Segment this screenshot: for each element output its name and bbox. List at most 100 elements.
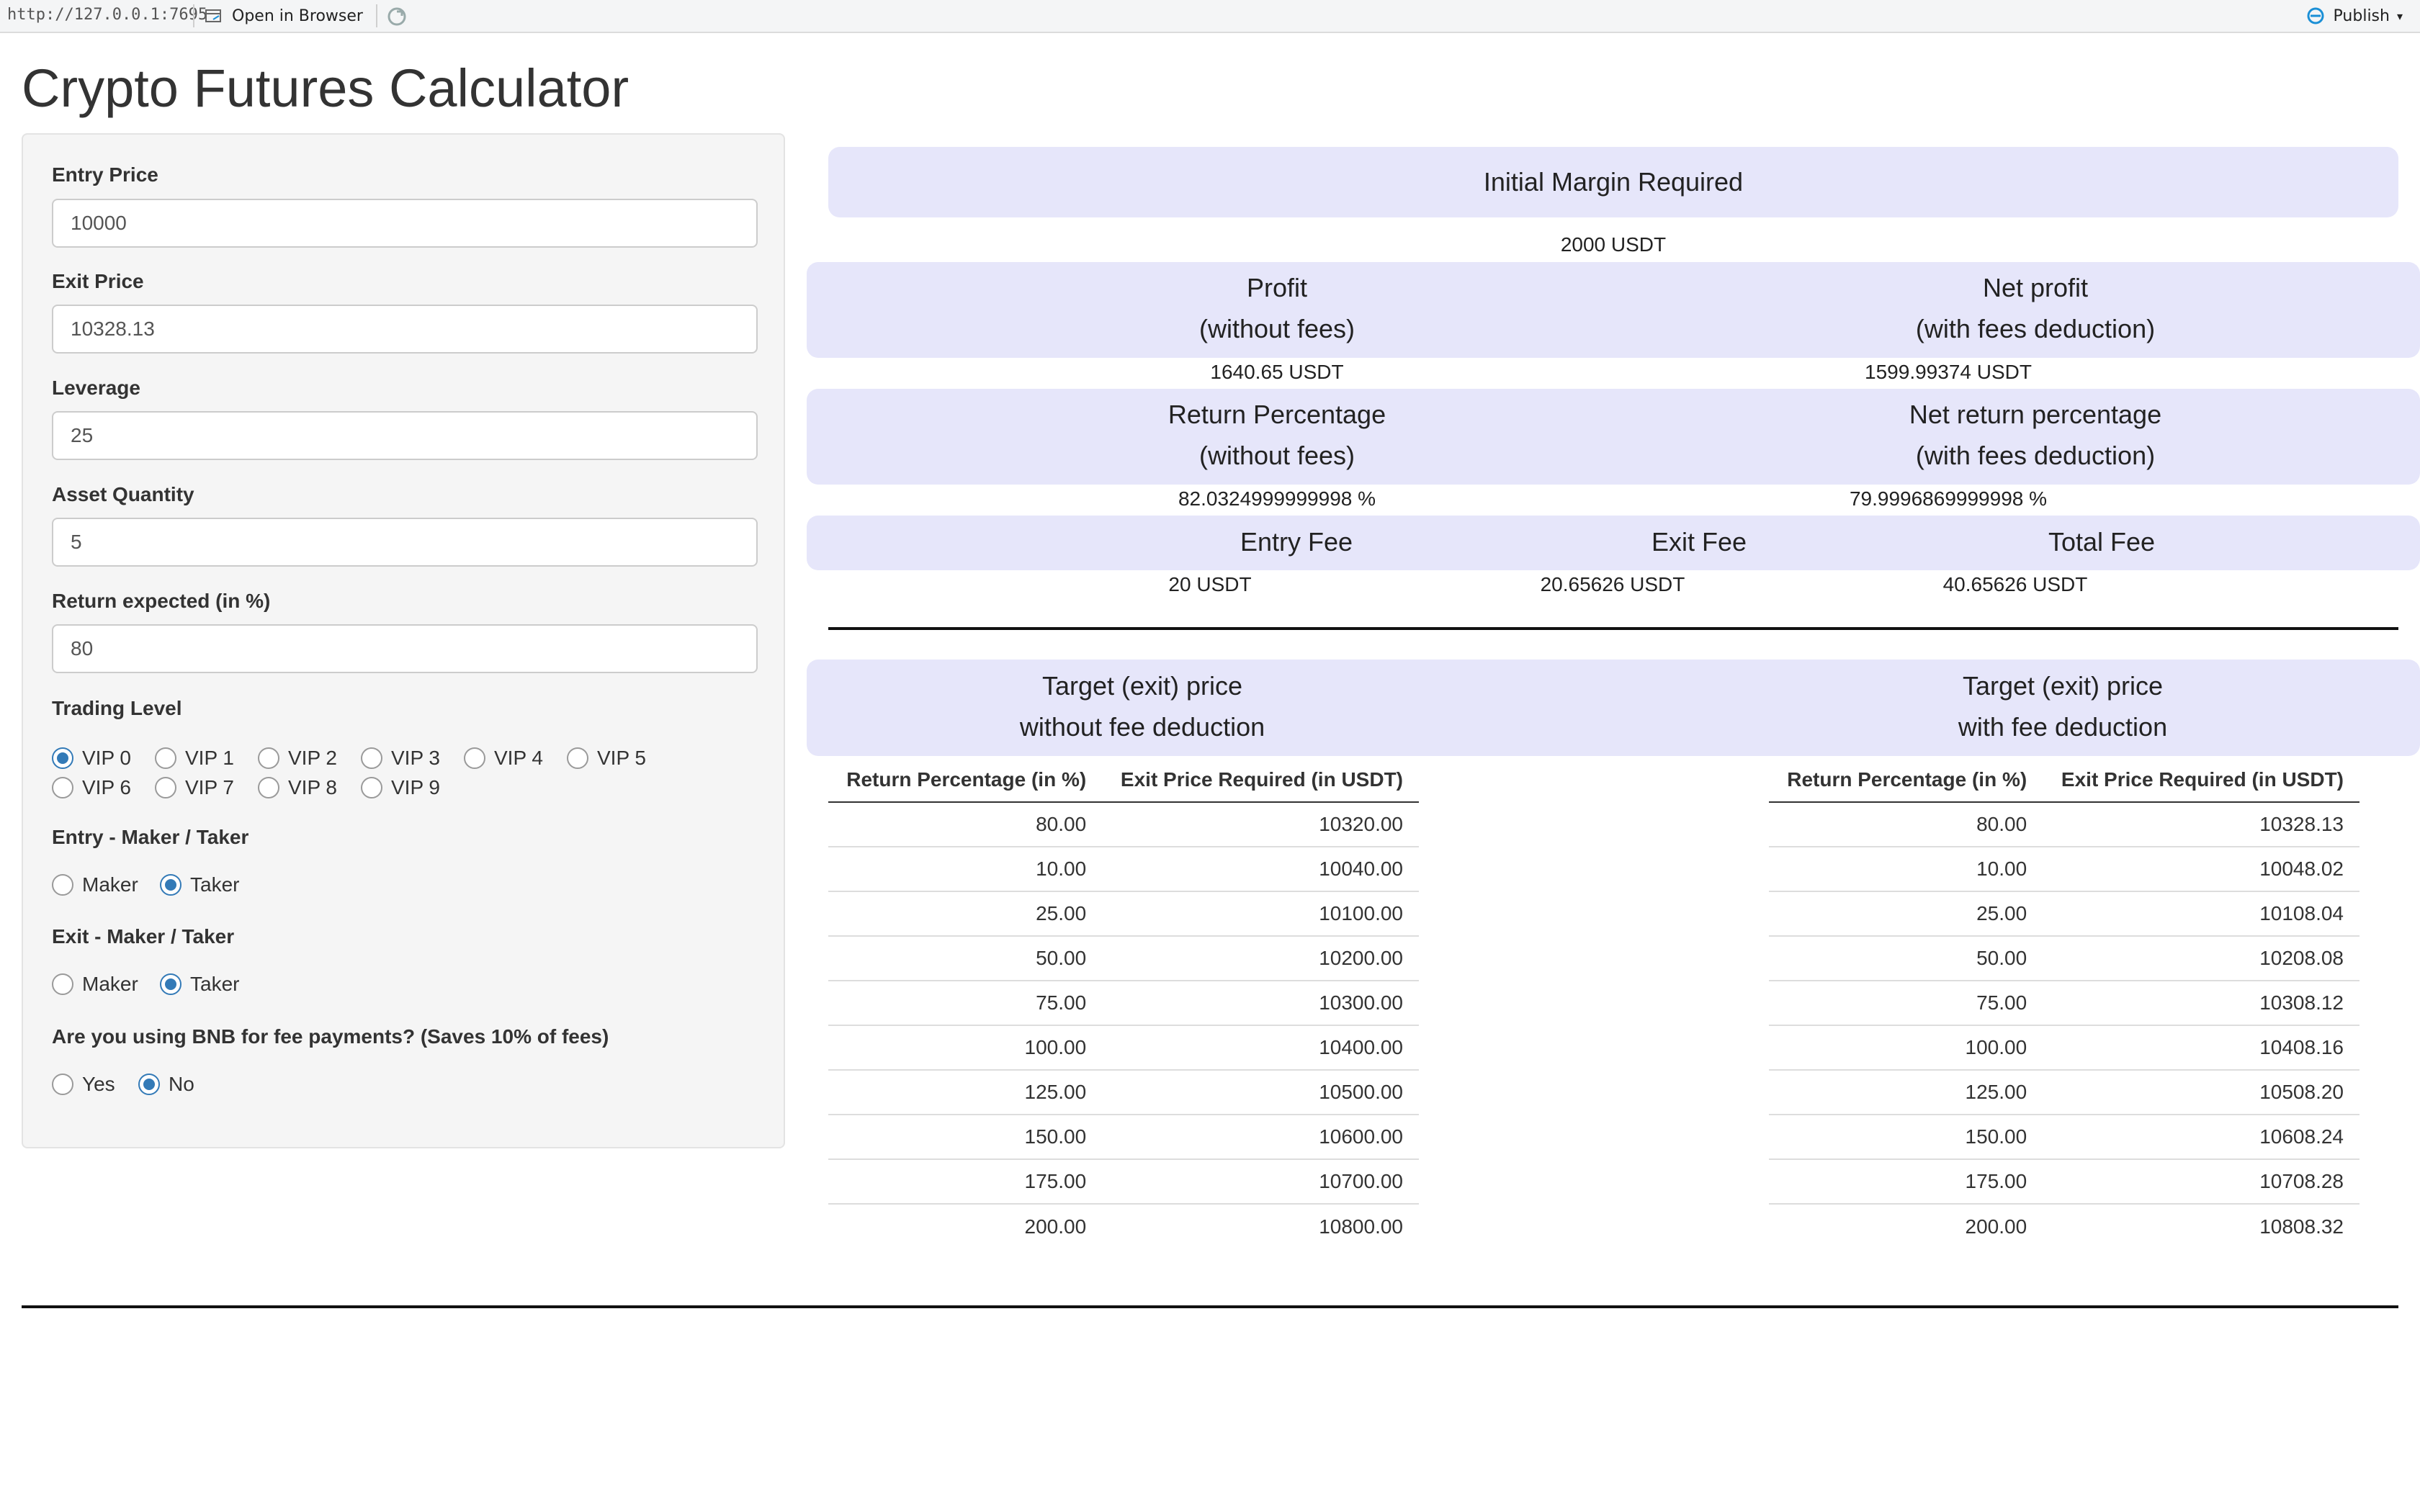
profit-header-line2: (without fees) [1198,314,1355,343]
table-header-row: Return Percentage (in %) Exit Price Requ… [828,757,1419,803]
radio-bnb-no[interactable]: No [138,1073,194,1096]
return-percentage-cell: 10.00 [1769,846,2043,891]
exit-price-cell: 10500.00 [1102,1069,1419,1115]
table-row: 125.00 10500.00 [828,1069,1419,1115]
radio-circle[interactable] [138,1074,160,1095]
initial-margin-header: Initial Margin Required [1483,167,1744,197]
radio-label: VIP 3 [391,747,440,769]
radio-circle[interactable] [160,874,182,896]
radio-circle[interactable] [567,747,588,769]
exit-price-label: Exit Price [52,270,144,292]
return-percentage-cell: 200.00 [1769,1203,2043,1248]
table-row: 25.00 10108.04 [1769,891,2360,936]
radio-label: No [169,1073,194,1095]
return-percentage-cell: 150.00 [828,1114,1103,1159]
radio-trading-level-vip-5[interactable]: VIP 5 [567,747,646,770]
exit-price-cell: 10320.00 [1319,813,1403,835]
return-percentage-cell: 125.00 [1769,1069,2043,1115]
radio-label: VIP 0 [82,747,131,769]
exit-price-input[interactable]: 10328.13 [52,305,758,354]
exit-price-cell: 10700.00 [1102,1158,1419,1204]
table-row: 10.00 10040.00 [828,846,1419,891]
return-pct-value: 82.0324999999998 % [1178,487,1376,510]
radio-circle[interactable] [155,747,176,769]
chevron-down-icon[interactable]: ▾ [2397,9,2403,23]
target-with-fee-header-line1: Target (exit) price [1962,671,2164,701]
net-profit-header-line2: (with fees deduction) [1915,314,2156,343]
exit-price-cell: 10808.32 [2043,1203,2360,1248]
return-header-band: Return Percentage (without fees) Net ret… [807,389,2420,485]
radio-circle[interactable] [52,973,73,995]
exit-price-cell: 10108.04 [2043,891,2360,936]
radio-trading-level-vip-3[interactable]: VIP 3 [361,747,440,770]
bnb-fee-label: Are you using BNB for fee payments? (Sav… [52,1025,609,1048]
return-percentage-cell: 100.00 [1769,1025,2043,1070]
radio-trading-level-vip-8[interactable]: VIP 8 [258,776,337,799]
total-fee-value: 40.65626 USDT [1942,573,2088,595]
return-percentage-cell: 80.00 [1036,813,1087,835]
trading-level-label: Trading Level [52,697,182,719]
refresh-icon[interactable] [385,6,409,27]
radio-circle[interactable] [52,874,73,896]
radio-label: VIP 2 [288,747,337,769]
entry-fee-value: 20 USDT [1168,573,1252,595]
radio-circle[interactable] [52,1074,73,1095]
exit-maker-taker-label: Exit - Maker / Taker [52,925,235,948]
radio-trading-level-vip-9[interactable]: VIP 9 [361,776,440,799]
radio-exit-maker[interactable]: Maker [52,973,138,996]
radio-circle[interactable] [155,777,176,798]
radio-trading-level-vip-2[interactable]: VIP 2 [258,747,337,770]
exit-price-cell: 10600.00 [1102,1114,1419,1159]
radio-label: VIP 1 [185,747,234,769]
radio-label: Taker [190,973,240,995]
asset-quantity-input[interactable]: 5 [52,518,758,567]
radio-bnb-yes[interactable]: Yes [52,1073,115,1096]
entry-price-input[interactable]: 10000 [52,199,758,248]
radio-circle[interactable] [52,777,73,798]
return-percentage-cell: 50.00 [828,935,1103,981]
column-header-exit-price: Exit Price Required (in USDT) [1102,757,1419,803]
toolbar-divider [376,4,377,27]
radio-label: VIP 9 [391,776,440,798]
open-window-icon [205,9,221,22]
return-percentage-cell: 200.00 [828,1203,1103,1248]
radio-circle[interactable] [258,747,279,769]
publish-button[interactable]: Publish ▾ [2305,4,2403,27]
open-in-browser-button[interactable]: Open in Browser [205,4,363,27]
exit-fee-value: 20.65626 USDT [1540,573,1685,595]
radio-trading-level-vip-0[interactable]: VIP 0 [52,747,131,770]
exit-price-cell: 10048.02 [2043,846,2360,891]
entry-maker-taker-label: Entry - Maker / Taker [52,826,249,848]
radio-trading-level-vip-6[interactable]: VIP 6 [52,776,131,799]
target-no-fee-header-line2: without fee deduction [1019,712,1265,742]
radio-entry-taker[interactable]: Taker [160,873,239,896]
radio-circle[interactable] [361,747,382,769]
leverage-input[interactable]: 25 [52,411,758,460]
column-header-return: Return Percentage (in %) [1769,757,2043,803]
exit-price-cell: 10040.00 [1102,846,1419,891]
radio-exit-taker[interactable]: Taker [160,973,239,996]
exit-price-cell: 10608.24 [2043,1114,2360,1159]
radio-trading-level-vip-1[interactable]: VIP 1 [155,747,234,770]
radio-entry-maker[interactable]: Maker [52,873,138,896]
radio-label: Maker [82,873,138,896]
radio-label: VIP 4 [494,747,543,769]
radio-trading-level-vip-7[interactable]: VIP 7 [155,776,234,799]
radio-circle[interactable] [464,747,485,769]
radio-circle[interactable] [52,747,73,769]
radio-label: VIP 6 [82,776,131,798]
target-no-fee-table: Return Percentage (in %) Exit Price Requ… [828,757,1419,1248]
target-with-fee-table: Return Percentage (in %) Exit Price Requ… [1769,757,2360,1248]
radio-trading-level-vip-4[interactable]: VIP 4 [464,747,543,770]
radio-label: VIP 7 [185,776,234,798]
table-row: 50.00 10208.08 [1769,935,2360,981]
return-percentage-cell: 75.00 [1769,980,2043,1025]
return-percentage-cell: 25.00 [828,891,1103,936]
return-percentage-cell: 75.00 [828,980,1103,1025]
radio-circle[interactable] [361,777,382,798]
footer-divider [22,1305,2398,1308]
return-expected-input[interactable]: 80 [52,624,758,673]
radio-circle[interactable] [160,973,182,995]
radio-circle[interactable] [258,777,279,798]
return-pct-header-line1: Return Percentage [1168,400,1386,429]
